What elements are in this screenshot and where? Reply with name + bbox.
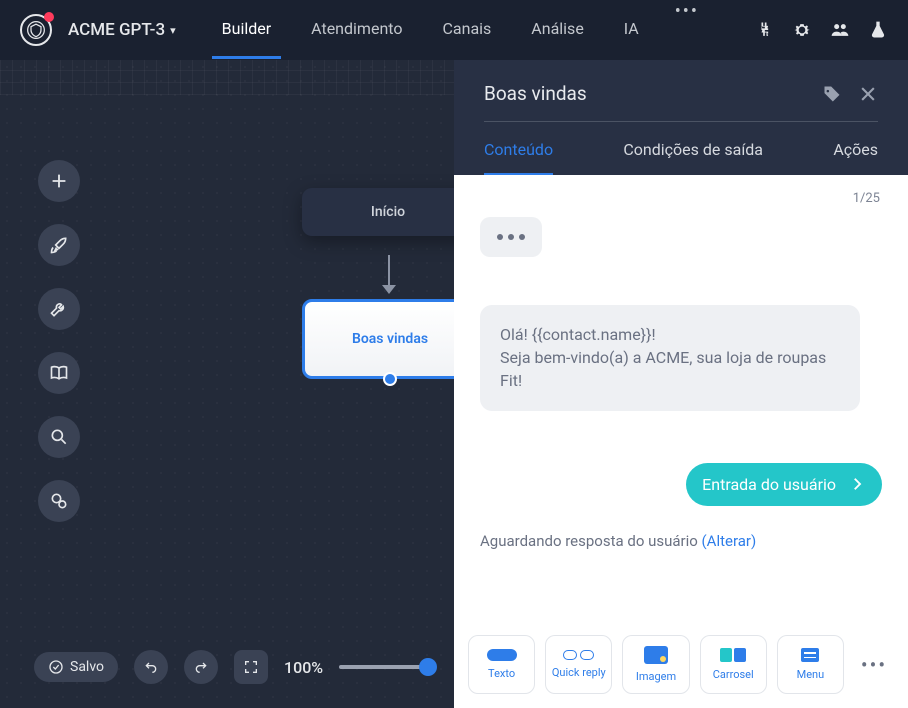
tool-card-carousel[interactable]: Carrosel [700, 635, 767, 694]
undo-button[interactable] [134, 650, 168, 684]
panel-tab-acoes[interactable]: Ações [833, 140, 878, 175]
users-icon[interactable] [830, 20, 850, 40]
tool-card-label: Carrosel [713, 668, 754, 681]
node-editor-panel: Boas vindas Conteúdo Condições de saída … [454, 60, 908, 708]
node-output-port[interactable] [383, 372, 397, 386]
menu-block-icon [801, 648, 819, 662]
zoom-value: 100% [284, 658, 323, 677]
wrench-button[interactable] [38, 288, 80, 330]
waiting-text-label: Aguardando resposta do usuário [480, 532, 702, 550]
panel-tab-condicoes[interactable]: Condições de saída [623, 140, 763, 175]
tool-card-more[interactable]: ••• [854, 635, 894, 694]
book-button[interactable] [38, 352, 80, 394]
carousel-icon [720, 648, 746, 662]
saved-label: Salvo [70, 659, 104, 675]
content-type-toolbar: Texto Quick reply Imagem Carrosel Menu •… [454, 623, 908, 708]
rocket-button[interactable] [38, 224, 80, 266]
tool-card-menu[interactable]: Menu [777, 635, 844, 694]
tool-card-label: Texto [488, 667, 515, 680]
flow-edge [388, 255, 390, 289]
nav-tab-atendimento[interactable]: Atendimento [301, 1, 412, 59]
panel-header: Boas vindas [454, 60, 908, 122]
image-block-icon [644, 646, 668, 664]
panel-title[interactable]: Boas vindas [484, 82, 806, 105]
gear-icon[interactable] [792, 20, 812, 40]
add-node-button[interactable] [38, 160, 80, 202]
project-selector[interactable]: ACME GPT-3 ▾ [68, 20, 176, 40]
flow-edge-arrow [382, 285, 396, 294]
top-navbar: ACME GPT-3 ▾ Builder Atendimento Canais … [0, 0, 908, 60]
redo-button[interactable] [184, 650, 218, 684]
zoom-slider-thumb[interactable] [419, 658, 437, 676]
flow-node-start[interactable]: Início [302, 188, 474, 236]
top-right-actions [754, 20, 888, 40]
panel-body: 1/25 Olá! {{contact.name}}! Seja bem-vin… [454, 175, 908, 623]
tool-card-label: Menu [797, 668, 825, 681]
canvas-bottom-bar: Salvo 100% [34, 650, 429, 684]
nav-tab-builder[interactable]: Builder [212, 1, 282, 59]
notification-dot [44, 12, 54, 22]
plugin-icon[interactable] [754, 20, 774, 40]
variables-button[interactable] [38, 480, 80, 522]
message-text: Olá! {{contact.name}}! Seja bem-vindo(a)… [500, 325, 826, 390]
search-button[interactable] [38, 416, 80, 458]
text-block-icon [487, 649, 517, 661]
flask-icon[interactable] [868, 20, 888, 40]
fit-view-button[interactable] [234, 650, 268, 684]
project-name-label: ACME GPT-3 [68, 20, 165, 40]
text-message-block[interactable]: Olá! {{contact.name}}! Seja bem-vindo(a)… [480, 305, 860, 411]
waiting-text: Aguardando resposta do usuário (Alterar) [480, 506, 882, 550]
tool-card-image[interactable]: Imagem [622, 635, 689, 694]
canvas-grid-strip [0, 60, 454, 95]
tool-card-label: Imagem [636, 670, 676, 683]
flow-node-welcome[interactable]: Boas vindas [302, 299, 478, 379]
nav-tab-ia[interactable]: IA [614, 1, 649, 59]
panel-tab-conteudo[interactable]: Conteúdo [484, 140, 553, 175]
change-link[interactable]: (Alterar) [702, 532, 757, 550]
canvas-side-toolbar [38, 160, 80, 522]
user-input-label: Entrada do usuário [702, 475, 836, 494]
tool-card-quickreply[interactable]: Quick reply [545, 635, 612, 694]
nav-tab-canais[interactable]: Canais [432, 1, 501, 59]
tag-icon[interactable] [822, 84, 842, 104]
tool-card-label: Quick reply [552, 666, 606, 679]
zoom-slider[interactable] [339, 665, 429, 669]
node-welcome-label: Boas vindas [352, 331, 428, 347]
saved-indicator[interactable]: Salvo [34, 652, 118, 682]
tool-card-text[interactable]: Texto [468, 635, 535, 694]
block-counter: 1/25 [853, 191, 880, 206]
typing-indicator-block[interactable] [480, 217, 542, 257]
nav-more-icon[interactable]: ••• [669, 1, 705, 59]
node-start-label: Início [371, 204, 405, 220]
nav-tab-analise[interactable]: Análise [521, 1, 594, 59]
user-input-block[interactable]: Entrada do usuário [686, 463, 882, 506]
app-logo-icon [26, 20, 46, 40]
quickreply-icon [563, 650, 594, 660]
chevron-right-icon [848, 475, 866, 493]
chevron-down-icon: ▾ [170, 24, 176, 37]
close-icon[interactable] [858, 84, 878, 104]
logo-wrap [20, 14, 52, 46]
nav-tabs: Builder Atendimento Canais Análise IA ••… [212, 1, 705, 59]
check-circle-icon [48, 659, 64, 675]
panel-tabs: Conteúdo Condições de saída Ações [454, 122, 908, 175]
